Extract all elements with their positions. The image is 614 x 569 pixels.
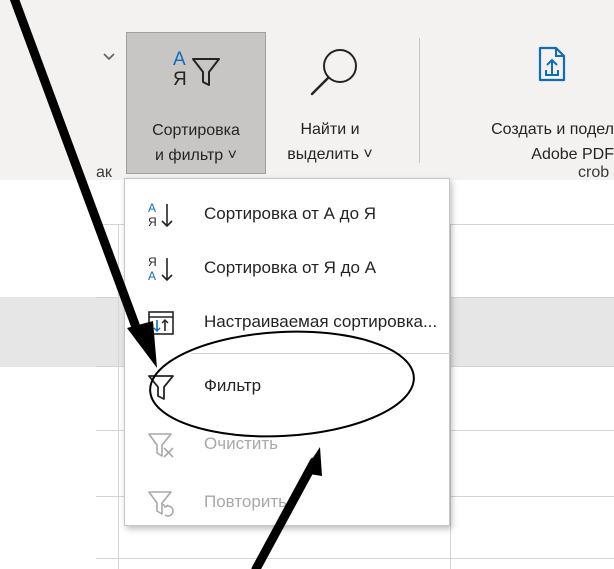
ribbon-group-divider [419, 38, 420, 163]
menu-item-label: Повторить [204, 492, 287, 511]
share-pdf-icon [538, 46, 566, 82]
menu-item-label: Фильтр [204, 376, 262, 395]
sort-filter-icon: A Я [173, 49, 220, 90]
svg-text:Я: Я [148, 215, 157, 229]
svg-text:A: A [148, 269, 156, 283]
menu-item-label: Сортировка от А до Я [204, 204, 377, 223]
grid-line [96, 558, 614, 559]
menu-item-reapply[interactable]: Повторить [125, 473, 449, 533]
magnifier-icon [310, 49, 357, 96]
grid-line [118, 224, 119, 569]
menu-item-filter[interactable]: Фильтр [125, 357, 449, 417]
adobe-label-line1: Создать и подел [491, 121, 614, 138]
menu-item-label: Очистить [204, 434, 279, 453]
menu-item-clear[interactable]: Очистить [125, 415, 449, 475]
filter-funnel-icon [148, 375, 174, 400]
menu-item-sort-a-to-z[interactable]: A Я Сортировка от А до Я [125, 185, 449, 245]
sort-descending-icon: Я A [148, 255, 173, 283]
find-and-select-button[interactable]: Найти и выделить ˅ [270, 32, 390, 174]
grid-line [450, 224, 451, 569]
clear-filter-icon [148, 433, 174, 458]
sort-filter-dropdown-menu: A Я Сортировка от А до Я Я A Сортировка … [124, 178, 451, 526]
svg-text:Я: Я [173, 69, 187, 90]
sort-filter-label-line1: Сортировка [152, 122, 240, 139]
sort-ascending-icon: A Я [148, 201, 173, 229]
menu-item-label: Настраиваемая сортировка... [204, 312, 438, 331]
find-select-label-line1: Найти и [300, 121, 360, 138]
menu-item-custom-sort[interactable]: Настраиваемая сортировка... [125, 293, 449, 353]
menu-separator [191, 353, 451, 354]
find-select-label-line2: выделить ˅ [287, 146, 373, 163]
reapply-filter-icon [148, 491, 174, 517]
chevron-down-icon[interactable] [102, 52, 116, 62]
svg-text:Я: Я [148, 255, 157, 269]
menu-item-label: Сортировка от Я до А [204, 258, 377, 277]
svg-text:A: A [148, 201, 156, 215]
svg-text:A: A [173, 49, 186, 70]
ribbon: A Я Сортировка и фильтр ˅ Найти и выдели… [0, 0, 614, 181]
custom-sort-icon [148, 311, 174, 335]
menu-item-sort-z-to-a[interactable]: Я A Сортировка от Я до А [125, 239, 449, 299]
sort-filter-label-line2: и фильтр ˅ [155, 147, 237, 164]
sort-and-filter-button[interactable]: A Я Сортировка и фильтр ˅ [126, 32, 266, 174]
create-and-share-adobe-pdf-button[interactable]: Создать и подел Adobe PDF [438, 32, 614, 174]
